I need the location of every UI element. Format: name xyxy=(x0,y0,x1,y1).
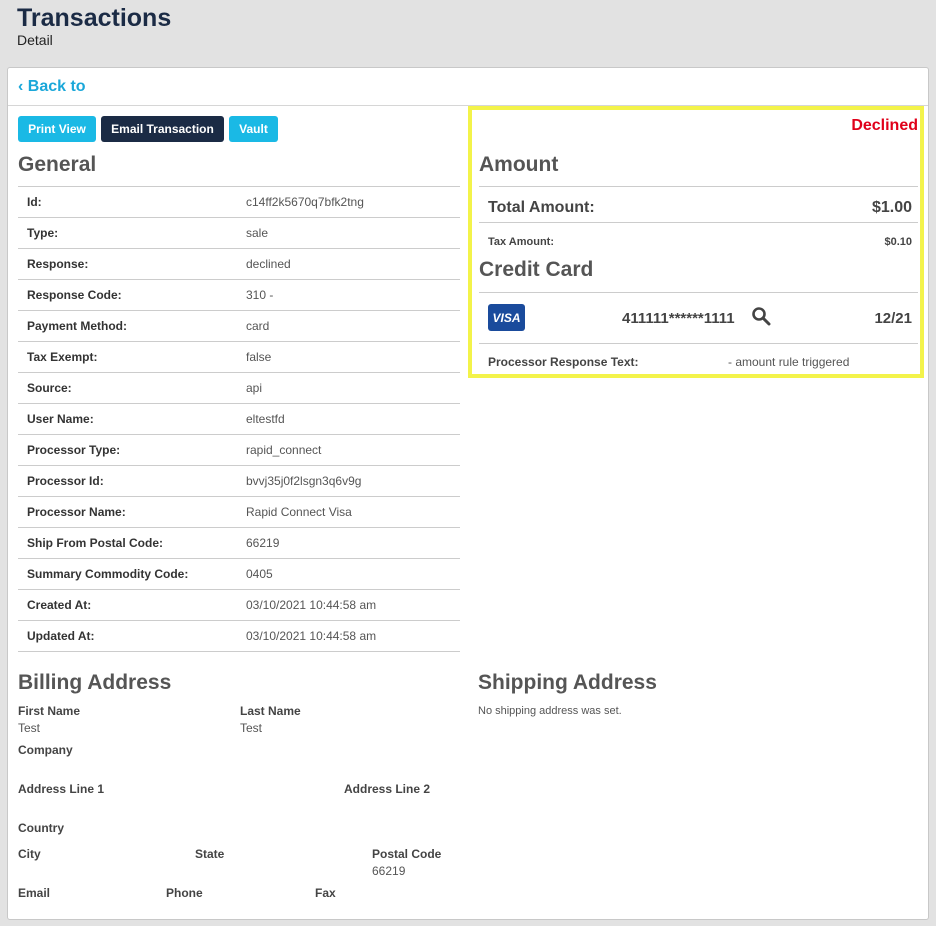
row-label: User Name: xyxy=(27,412,94,426)
row-label: Id: xyxy=(27,195,42,209)
first-name-value: Test xyxy=(18,721,41,735)
fax-label: Fax xyxy=(315,886,336,900)
page-title: Transactions xyxy=(17,4,172,32)
divider xyxy=(479,343,918,344)
general-table: Id: c14ff2k5670q7bfk2tng Type: sale Response… xyxy=(18,186,460,652)
back-label: Back to xyxy=(27,78,86,95)
table-row: Created At: 03/10/2021 10:44:58 am xyxy=(18,590,460,621)
row-value: false xyxy=(246,350,272,364)
row-label: Processor Id: xyxy=(27,474,104,488)
table-row: Type: sale xyxy=(18,218,460,249)
row-value: eltestfd xyxy=(246,412,285,426)
tax-amount-value: $0.10 xyxy=(884,236,912,248)
divider xyxy=(479,292,918,293)
email-label: Email xyxy=(18,886,51,900)
search-icon[interactable] xyxy=(751,306,771,326)
email-transaction-button[interactable]: Email Transaction xyxy=(101,116,224,142)
row-value: 03/10/2021 10:44:58 am xyxy=(246,598,377,612)
shipping-address-message: No shipping address was set. xyxy=(478,705,622,717)
table-row: Source: api xyxy=(18,373,460,404)
address-line-2-label: Address Line 2 xyxy=(344,782,431,796)
row-value: api xyxy=(246,381,263,395)
row-value: bvvj35j0f2lsgn3q6v9g xyxy=(246,474,362,488)
table-row: Summary Commodity Code: 0405 xyxy=(18,559,460,590)
total-amount-label: Total Amount: xyxy=(488,199,595,216)
row-value: 0405 xyxy=(246,567,273,581)
row-label: Payment Method: xyxy=(27,319,128,333)
table-row: Response Code: 310 - xyxy=(18,280,460,311)
table-row: Processor Name: Rapid Connect Visa xyxy=(18,497,460,528)
row-label: Tax Exempt: xyxy=(27,350,98,364)
chevron-left-icon: ‹ xyxy=(18,78,24,95)
row-label: Processor Type: xyxy=(27,443,121,457)
print-view-button[interactable]: Print View xyxy=(18,116,96,142)
postal-code-value: 66219 xyxy=(372,864,406,878)
card-expiry: 12/21 xyxy=(874,310,912,327)
row-label: Ship From Postal Code: xyxy=(27,536,164,550)
table-row: Tax Exempt: false xyxy=(18,342,460,373)
table-row: Response: declined xyxy=(18,249,460,280)
page-header: Transactions Detail xyxy=(17,4,171,48)
state-label: State xyxy=(195,847,225,861)
visa-logo: VISA xyxy=(488,304,525,331)
table-row: Payment Method: card xyxy=(18,311,460,342)
row-label: Response: xyxy=(27,257,89,271)
phone-label: Phone xyxy=(166,886,203,900)
row-value: c14ff2k5670q7bfk2tng xyxy=(246,195,364,209)
processor-response-label: Processor Response Text: xyxy=(488,355,639,369)
row-value: 03/10/2021 10:44:58 am xyxy=(246,629,377,643)
shipping-address-title: Shipping Address xyxy=(478,671,657,694)
row-label: Processor Name: xyxy=(27,505,126,519)
amount-title: Amount xyxy=(479,153,559,176)
page-subtitle: Detail xyxy=(17,32,53,48)
row-label: Response Code: xyxy=(27,288,122,302)
table-row: User Name: eltestfd xyxy=(18,404,460,435)
table-row: Processor Id: bvvj35j0f2lsgn3q6v9g xyxy=(18,466,460,497)
row-value: declined xyxy=(246,257,291,271)
company-label: Company xyxy=(18,743,73,757)
country-label: Country xyxy=(18,821,64,835)
row-value: 66219 xyxy=(246,536,280,550)
table-row: Processor Type: rapid_connect xyxy=(18,435,460,466)
row-label: Summary Commodity Code: xyxy=(27,567,189,581)
row-label: Type: xyxy=(27,226,59,240)
last-name-label: Last Name xyxy=(240,704,301,718)
status-badge: Declined xyxy=(851,117,918,134)
credit-card-title: Credit Card xyxy=(479,258,594,281)
table-row: Updated At: 03/10/2021 10:44:58 am xyxy=(18,621,460,652)
address-line-1-label: Address Line 1 xyxy=(18,782,105,796)
back-link[interactable]: ‹ Back to xyxy=(18,78,86,96)
row-value: sale xyxy=(246,226,269,240)
table-row: Id: c14ff2k5670q7bfk2tng xyxy=(18,187,460,218)
transaction-detail-panel: ‹ Back to Print View Email Transaction V… xyxy=(7,67,929,920)
back-row: ‹ Back to xyxy=(8,68,928,106)
general-title: General xyxy=(18,153,97,176)
payment-summary-highlight: Declined Amount Total Amount: $1.00 Tax … xyxy=(468,106,924,378)
total-amount-value: $1.00 xyxy=(871,199,912,216)
card-number: 411111******1111 xyxy=(622,310,735,327)
table-row: Ship From Postal Code: 66219 xyxy=(18,528,460,559)
row-value: rapid_connect xyxy=(246,443,322,457)
postal-code-label: Postal Code xyxy=(372,847,442,861)
row-label: Updated At: xyxy=(27,629,95,643)
city-label: City xyxy=(18,847,41,861)
row-label: Created At: xyxy=(27,598,92,612)
row-value: 310 - xyxy=(246,288,274,302)
tax-amount-label: Tax Amount: xyxy=(488,236,554,248)
divider xyxy=(479,222,918,223)
row-label: Source: xyxy=(27,381,72,395)
billing-address-title: Billing Address xyxy=(18,671,172,694)
processor-response-value: - amount rule triggered xyxy=(728,355,850,369)
vault-button[interactable]: Vault xyxy=(229,116,278,142)
first-name-label: First Name xyxy=(18,704,81,718)
row-value: Rapid Connect Visa xyxy=(246,505,352,519)
row-value: card xyxy=(246,319,270,333)
last-name-value: Test xyxy=(240,721,263,735)
divider xyxy=(479,186,918,187)
